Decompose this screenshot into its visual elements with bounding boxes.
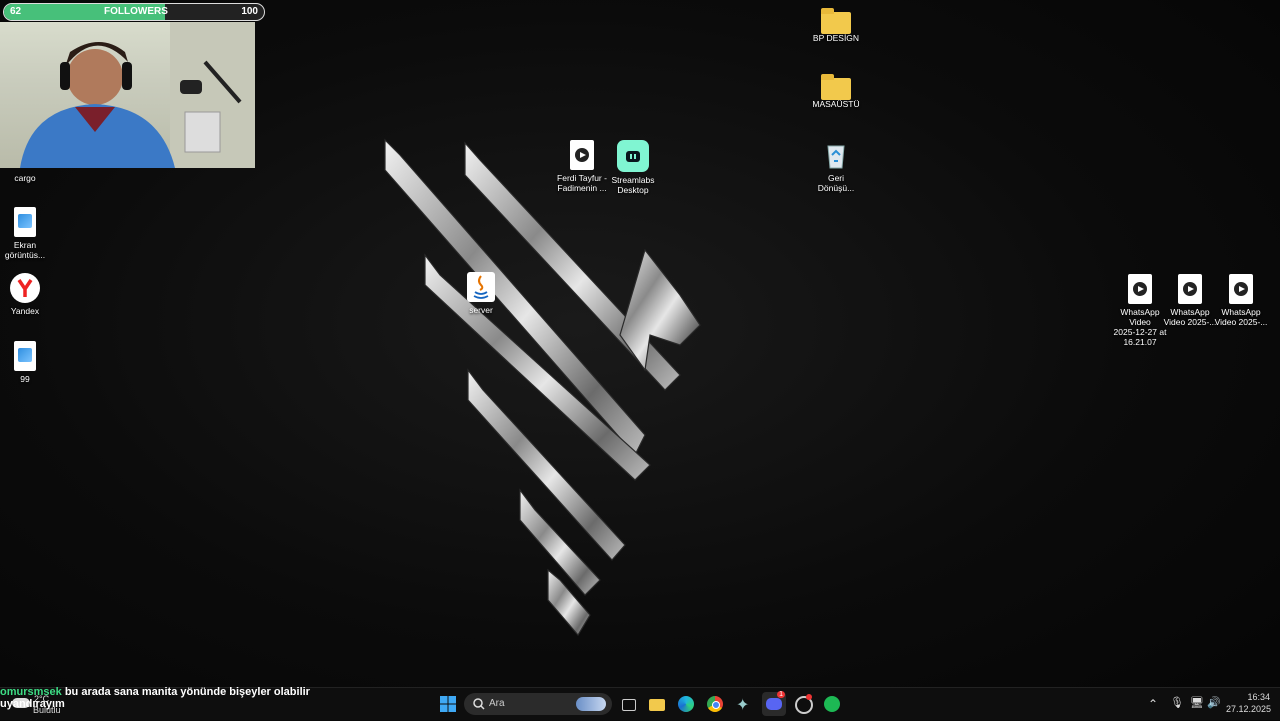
followers-goal-bar: 62 FOLLOWERS 100 bbox=[3, 3, 265, 21]
video-file-icon bbox=[570, 140, 594, 170]
spotify-icon bbox=[824, 696, 840, 712]
desktop-icon-streamlabs[interactable]: Streamlabs Desktop bbox=[603, 140, 663, 195]
desktop-icon-masaustu[interactable]: MASAÜSTÜ bbox=[806, 74, 866, 109]
chat-username: omursmsek bbox=[0, 686, 62, 698]
discord-icon bbox=[766, 698, 782, 710]
java-icon bbox=[467, 272, 495, 302]
desktop-icon-whatsapp-video-3[interactable]: WhatsApp Video 2025-... bbox=[1211, 274, 1271, 327]
desktop-icon-cargo[interactable]: cargo bbox=[0, 145, 55, 183]
desktop-icon-recycle-bin[interactable]: Geri Dönüşü... bbox=[806, 140, 866, 193]
discord-badge: 1 bbox=[777, 691, 785, 698]
search-highlight-icon bbox=[576, 697, 606, 711]
video-file-icon bbox=[1178, 274, 1202, 304]
desktop-icon-screenshot[interactable]: Ekran görüntüs... bbox=[0, 207, 55, 260]
video-file-icon bbox=[1229, 274, 1253, 304]
folder-icon bbox=[649, 699, 665, 711]
chevron-up-icon[interactable]: ⌃ bbox=[1148, 697, 1158, 711]
edge-button[interactable] bbox=[674, 692, 698, 716]
recycle-bin-icon bbox=[821, 140, 851, 170]
search-placeholder: Ara bbox=[489, 698, 505, 709]
task-view-icon bbox=[622, 699, 636, 711]
chrome-button[interactable] bbox=[703, 692, 727, 716]
app-button[interactable]: ✦ bbox=[732, 692, 756, 716]
discord-button[interactable]: 1 bbox=[762, 691, 786, 716]
streamlabs-icon bbox=[617, 140, 649, 172]
search-icon bbox=[473, 698, 485, 710]
folder-icon bbox=[821, 8, 851, 34]
image-file-icon bbox=[14, 341, 36, 371]
desktop-icon-yandex[interactable]: Yandex bbox=[0, 273, 55, 316]
desktop-icon-server[interactable]: server bbox=[451, 272, 511, 315]
desktop-icon-99[interactable]: 99 bbox=[0, 341, 55, 384]
followers-current: 62 bbox=[10, 6, 22, 17]
app-button-2[interactable] bbox=[791, 692, 815, 716]
microphone-icon[interactable]: 🎙 bbox=[1170, 696, 1184, 709]
file-explorer-button[interactable] bbox=[645, 692, 669, 716]
followers-goal: 100 bbox=[241, 6, 258, 17]
network-icon[interactable]: 🖥 bbox=[1190, 696, 1204, 709]
wallpaper-logo bbox=[384, 138, 701, 637]
windows-icon bbox=[440, 696, 456, 712]
edge-icon bbox=[678, 696, 694, 712]
desktop-icon-bp-design[interactable]: BP DESİGN bbox=[806, 8, 866, 43]
followers-label: FOLLOWERS bbox=[104, 6, 168, 17]
task-view-button[interactable] bbox=[616, 692, 640, 716]
image-file-icon bbox=[14, 207, 36, 237]
taskbar-search[interactable]: Ara bbox=[464, 693, 612, 715]
spotify-button[interactable] bbox=[820, 692, 844, 716]
video-file-icon bbox=[1128, 274, 1152, 304]
folder-icon bbox=[821, 74, 851, 100]
clock[interactable]: 16:34 27.12.2025 bbox=[1226, 692, 1272, 714]
yandex-browser-icon bbox=[10, 273, 40, 303]
stream-chat-overlay: omursmsek bu arada sana manita yönünde b… bbox=[0, 686, 330, 710]
start-button[interactable] bbox=[436, 692, 460, 716]
volume-icon[interactable]: 🔊 bbox=[1207, 696, 1221, 709]
clock-time: 16:34 bbox=[1247, 692, 1270, 702]
clock-date: 27.12.2025 bbox=[1226, 704, 1272, 714]
gear-icon: ✦ bbox=[736, 697, 750, 714]
